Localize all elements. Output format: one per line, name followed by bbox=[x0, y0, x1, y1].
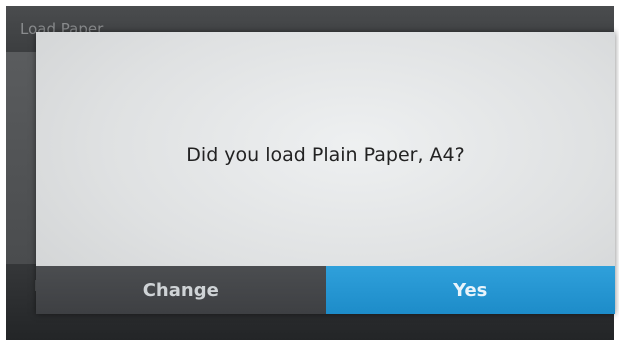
yes-button[interactable]: Yes bbox=[325, 266, 615, 314]
dialog-button-bar: Change Yes bbox=[36, 266, 615, 314]
device-photo-frame: Load Paper L Did you load Plain Paper, A… bbox=[0, 0, 619, 346]
dialog-message: Did you load Plain Paper, A4? bbox=[186, 144, 465, 166]
paper-confirm-dialog: Did you load Plain Paper, A4? Change Yes bbox=[36, 32, 615, 314]
change-button[interactable]: Change bbox=[36, 266, 326, 314]
